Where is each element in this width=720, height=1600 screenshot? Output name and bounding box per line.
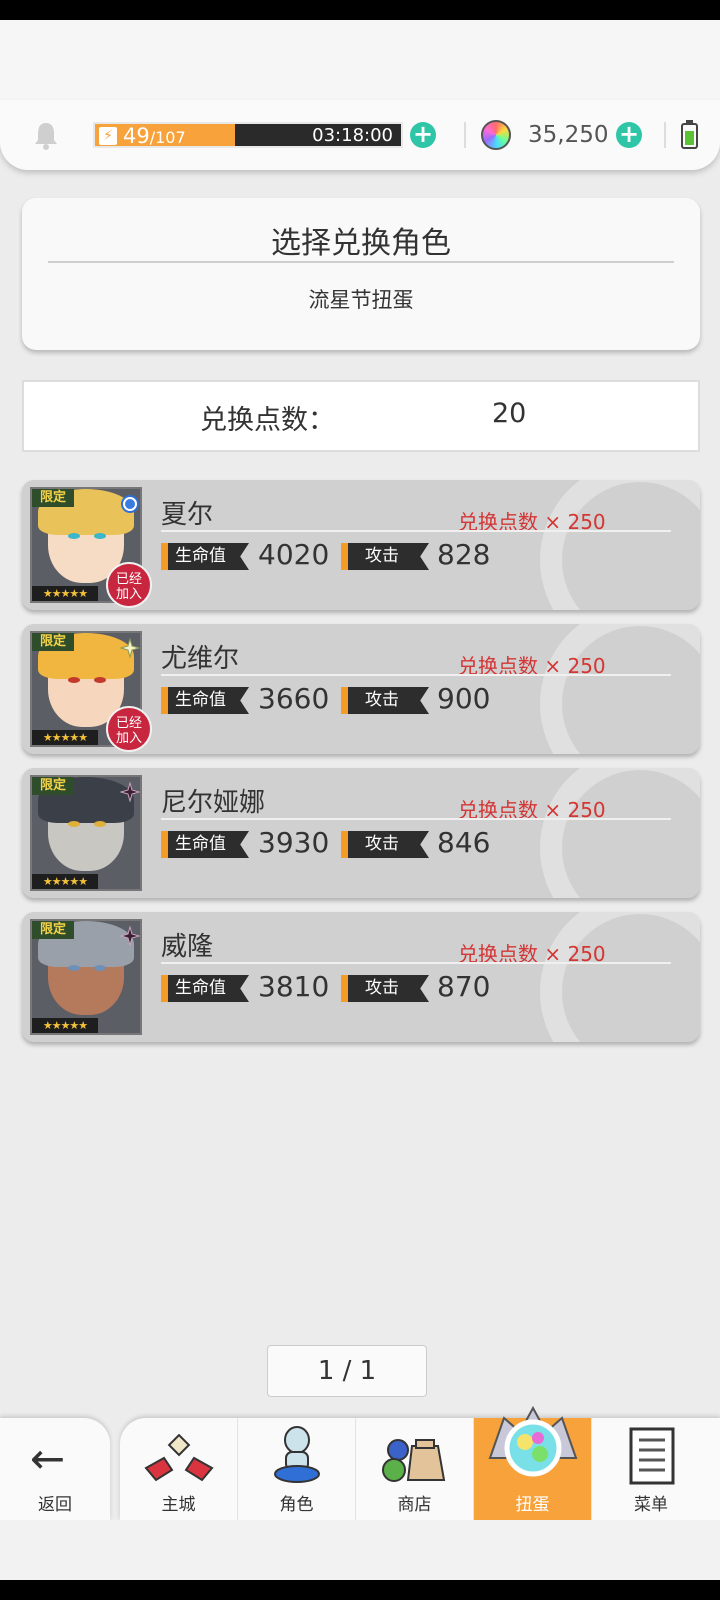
page-indicator: 1 / 1 bbox=[267, 1345, 427, 1397]
atk-label: 攻击 bbox=[341, 543, 429, 570]
name-divider bbox=[161, 530, 671, 532]
nav-label: 菜单 bbox=[634, 1495, 668, 1515]
page-title: 选择兑换角色 bbox=[271, 226, 451, 261]
character-card[interactable]: 限定 ★★★★★ 威隆 兑换点数 × 250 生命值 3810 攻击 870 bbox=[22, 912, 700, 1042]
name-divider bbox=[161, 674, 671, 676]
castle-icon bbox=[144, 1434, 214, 1482]
points-label: 兑换点数： bbox=[200, 405, 335, 436]
atk-value: 900 bbox=[437, 682, 491, 715]
nav-label: 主城 bbox=[161, 1495, 196, 1515]
limited-tag: 限定 bbox=[32, 633, 74, 651]
nav-label: 角色 bbox=[279, 1495, 314, 1515]
sparkle-icon bbox=[120, 638, 140, 658]
bottom-bar bbox=[0, 1580, 720, 1600]
nav-character[interactable]: 角色 bbox=[238, 1418, 356, 1520]
character-name: 威隆 bbox=[161, 932, 214, 962]
joined-badge: 已经 加入 bbox=[106, 562, 152, 608]
card-decoration bbox=[540, 912, 700, 1042]
rarity-stars: ★★★★★ bbox=[32, 1018, 98, 1033]
divider bbox=[664, 122, 666, 148]
bell-icon[interactable] bbox=[32, 120, 60, 152]
hp-value: 3930 bbox=[258, 826, 330, 859]
add-energy-button[interactable]: + bbox=[410, 122, 436, 148]
card-decoration bbox=[540, 480, 700, 610]
back-arrow-icon: ← bbox=[30, 1434, 66, 1483]
dark-star-icon bbox=[120, 782, 140, 802]
shop-icon bbox=[382, 1439, 446, 1482]
top-spacer bbox=[0, 20, 720, 100]
add-gems-button[interactable]: + bbox=[616, 122, 642, 148]
points-value: 20 bbox=[492, 398, 527, 429]
nav-menu[interactable]: 菜单 bbox=[592, 1418, 710, 1520]
lightning-icon: ⚡ bbox=[99, 127, 117, 145]
nav-gacha[interactable]: 扭蛋 bbox=[474, 1405, 592, 1520]
title-divider bbox=[48, 261, 674, 263]
atk-label: 攻击 bbox=[341, 687, 429, 714]
name-divider bbox=[161, 818, 671, 820]
atk-label: 攻击 bbox=[341, 831, 429, 858]
character-card[interactable]: 限定 ★★★★★ 尼尔娅娜 兑换点数 × 250 生命值 3930 攻击 846 bbox=[22, 768, 700, 898]
card-decoration bbox=[540, 624, 700, 754]
nav-shop[interactable]: 商店 bbox=[356, 1418, 474, 1520]
limited-tag: 限定 bbox=[32, 777, 74, 795]
card-decoration bbox=[540, 768, 700, 898]
dark-star-icon bbox=[120, 926, 140, 946]
exchange-points-box: 兑换点数： 20 bbox=[22, 380, 700, 452]
rarity-stars: ★★★★★ bbox=[32, 586, 98, 601]
page-subtitle: 流星节扭蛋 bbox=[308, 288, 414, 312]
hp-value: 3810 bbox=[258, 970, 330, 1003]
energy-count: 49/107 bbox=[123, 124, 186, 148]
energy-bar: ⚡ 49/107 03:18:00 bbox=[93, 122, 403, 148]
rarity-stars: ★★★★★ bbox=[32, 874, 98, 889]
character-name: 夏尔 bbox=[161, 500, 214, 530]
character-card[interactable]: 限定 ★★★★★ 已经 加入 夏尔 兑换点数 × 250 生命值 4020 攻击 … bbox=[22, 480, 700, 610]
menu-list-icon bbox=[629, 1427, 675, 1485]
limited-tag: 限定 bbox=[32, 489, 74, 507]
atk-value: 870 bbox=[437, 970, 491, 1003]
joined-badge: 已经 加入 bbox=[106, 706, 152, 752]
hp-label: 生命值 bbox=[161, 831, 249, 858]
status-bar bbox=[0, 0, 720, 20]
hp-value: 3660 bbox=[258, 682, 330, 715]
battery-icon bbox=[681, 120, 698, 149]
energy-timer: 03:18:00 bbox=[312, 125, 393, 146]
hp-label: 生命值 bbox=[161, 975, 249, 1002]
character-name: 尼尔娅娜 bbox=[161, 788, 266, 818]
atk-label: 攻击 bbox=[341, 975, 429, 1002]
blue-circle-icon bbox=[121, 495, 139, 513]
back-button[interactable]: ← 返回 bbox=[0, 1418, 110, 1520]
character-icon bbox=[274, 1426, 320, 1483]
gem-count: 35,250 bbox=[528, 122, 609, 148]
hp-label: 生命值 bbox=[161, 687, 249, 714]
atk-value: 828 bbox=[437, 538, 491, 571]
character-card[interactable]: 限定 ★★★★★ 已经 加入 尤维尔 兑换点数 × 250 生命值 3660 攻击… bbox=[22, 624, 700, 754]
bottom-nav: 主城 角色 商店 扭蛋 菜单 bbox=[120, 1405, 720, 1520]
name-divider bbox=[161, 962, 671, 964]
divider bbox=[464, 122, 466, 148]
character-name: 尤维尔 bbox=[161, 644, 240, 674]
gacha-icon bbox=[488, 1405, 578, 1477]
atk-value: 846 bbox=[437, 826, 491, 859]
gem-icon bbox=[481, 120, 511, 150]
header-card: 选择兑换角色 流星节扭蛋 bbox=[22, 198, 700, 350]
rarity-stars: ★★★★★ bbox=[32, 730, 98, 745]
limited-tag: 限定 bbox=[32, 921, 74, 939]
back-label: 返回 bbox=[38, 1495, 72, 1515]
system-nav-area bbox=[0, 1520, 720, 1580]
nav-label: 商店 bbox=[397, 1495, 432, 1515]
nav-label: 扭蛋 bbox=[515, 1495, 550, 1515]
hp-value: 4020 bbox=[258, 538, 330, 571]
nav-home[interactable]: 主城 bbox=[120, 1418, 238, 1520]
hp-label: 生命值 bbox=[161, 543, 249, 570]
